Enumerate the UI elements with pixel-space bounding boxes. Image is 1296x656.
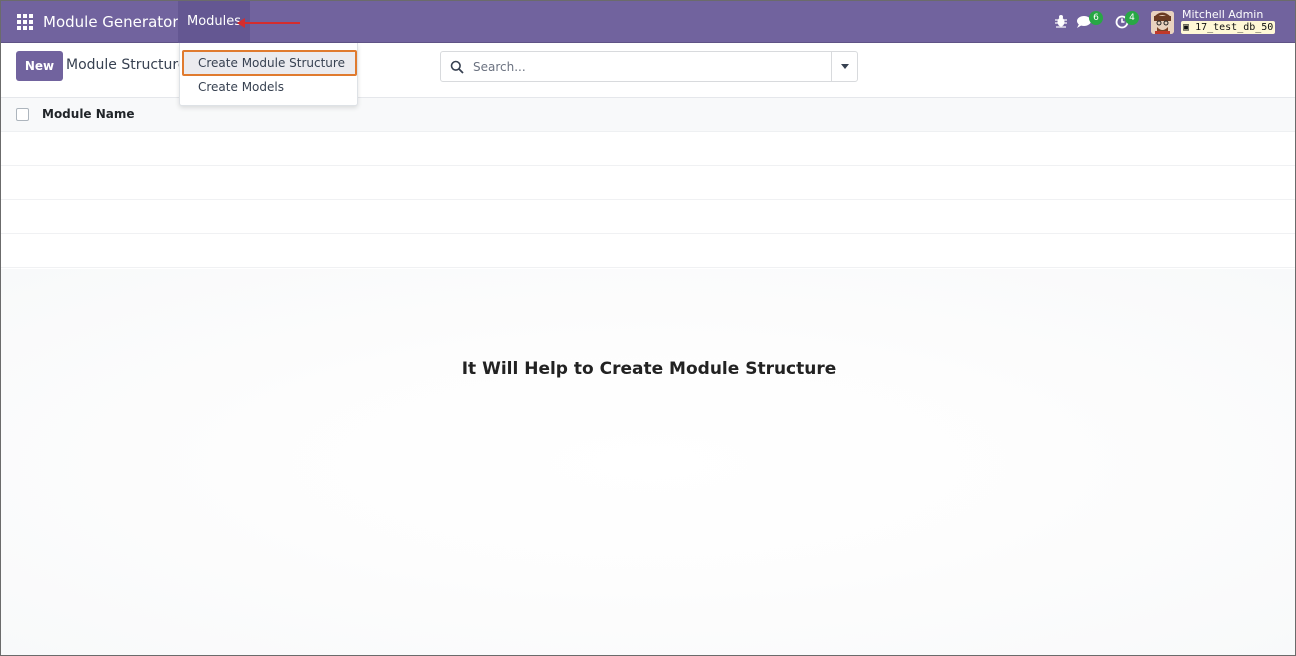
column-module-name[interactable]: Module Name — [42, 107, 135, 121]
table-row — [1, 234, 1295, 268]
annotation-arrow-icon — [237, 18, 300, 28]
apps-grid-icon[interactable] — [17, 14, 33, 30]
helper-title: It Will Help to Create Module Structure — [461, 359, 837, 379]
top-navbar: Module Generator Modules 6 4 Mitchell Ad… — [1, 1, 1295, 43]
database-name: 17_test_db_50 — [1195, 22, 1274, 33]
modules-dropdown: Create Module Structure Create Models — [179, 43, 358, 106]
breadcrumb: Module Structure — [66, 57, 179, 73]
table-row — [1, 132, 1295, 166]
chat-count-badge: 6 — [1089, 11, 1103, 25]
table-row — [1, 166, 1295, 200]
user-avatar[interactable] — [1151, 11, 1174, 34]
search-input[interactable] — [473, 52, 828, 81]
database-badge: ▣ 17_test_db_50 — [1181, 21, 1276, 34]
search-icon — [450, 60, 464, 74]
table-row — [1, 200, 1295, 234]
empty-helper-area — [1, 269, 1295, 655]
activity-count-badge: 4 — [1125, 11, 1139, 25]
new-button[interactable]: New — [16, 51, 63, 81]
app-title[interactable]: Module Generator — [43, 13, 178, 31]
database-icon: ▣ — [1183, 22, 1190, 33]
page-frame: Module Generator Modules 6 4 Mitchell Ad… — [0, 0, 1296, 656]
search-options-toggle[interactable] — [831, 52, 857, 81]
menu-item-create-models[interactable]: Create Models — [182, 74, 357, 100]
menu-item-create-module-structure[interactable]: Create Module Structure — [182, 50, 357, 76]
user-name[interactable]: Mitchell Admin — [1182, 8, 1263, 21]
bug-icon[interactable] — [1054, 14, 1068, 28]
select-all-checkbox[interactable] — [16, 108, 29, 121]
search-bar[interactable] — [440, 51, 858, 82]
